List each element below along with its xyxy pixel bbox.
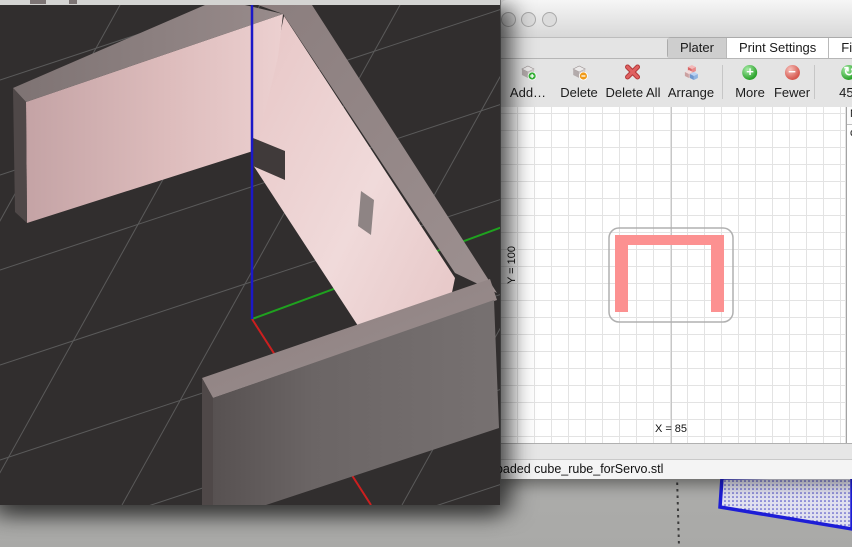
object-list-header: N: [847, 107, 852, 125]
tab-plater[interactable]: Plater: [668, 38, 727, 58]
arrange-label: Arrange: [668, 85, 714, 100]
wall-left-end-cap: [13, 88, 27, 223]
window-titlebar[interactable]: [501, 0, 852, 38]
fewer-button[interactable]: − Fewer: [774, 61, 810, 100]
plater-toolbar: Add… Delete Delet: [501, 58, 852, 108]
construction-dotted-line: [677, 476, 679, 547]
add-label: Add…: [510, 85, 546, 100]
zoom-window-icon[interactable]: [542, 12, 557, 27]
status-bar: Loaded cube_rube_forServo.stl: [501, 459, 852, 479]
fewer-label: Fewer: [774, 85, 810, 100]
rotate-45-button[interactable]: ↻ 45°: [839, 61, 852, 100]
arrange-button[interactable]: Arrange: [668, 61, 714, 100]
close-window-icon[interactable]: [501, 12, 516, 27]
tab-print-settings[interactable]: Print Settings: [727, 38, 829, 58]
red-x-icon: [606, 61, 661, 83]
add-box-icon: [510, 61, 546, 83]
delete-box-icon: [560, 61, 598, 83]
more-label: More: [735, 85, 765, 100]
delete-all-label: Delete All: [606, 85, 661, 100]
slicer-window: Plater Print Settings Fi Add…: [500, 0, 852, 479]
bed-x-size-label: X = 85: [641, 423, 701, 435]
settings-tabbar: Plater Print Settings Fi: [667, 37, 852, 59]
viewport-3d-scene[interactable]: [0, 5, 500, 505]
object-list: N c: [846, 107, 852, 443]
delete-label: Delete: [560, 85, 598, 100]
bed-y-size-label: Y = 100: [506, 240, 518, 290]
more-button[interactable]: + More: [735, 61, 765, 100]
object-outline-shape[interactable]: [615, 235, 724, 312]
object-list-row[interactable]: c: [847, 125, 852, 139]
selected-face[interactable]: [720, 476, 852, 529]
delete-all-button[interactable]: Delete All: [606, 61, 661, 100]
viewport-3d-window: [0, 0, 500, 505]
titlebar-mark: [30, 0, 46, 4]
minus-circle-icon: −: [785, 65, 800, 80]
wall-front-end-cap: [202, 378, 213, 505]
status-text: Loaded cube_rube_forServo.stl: [489, 462, 663, 476]
rotate-45-label: 45°: [839, 85, 852, 100]
titlebar-mark: [69, 0, 77, 4]
delete-button[interactable]: Delete: [560, 61, 598, 100]
toolbar-separator: [814, 65, 815, 99]
tab-filament-settings[interactable]: Fi: [829, 38, 852, 58]
minimize-window-icon[interactable]: [521, 12, 536, 27]
plus-circle-icon: +: [743, 65, 758, 80]
rotate-icon: ↻: [841, 65, 852, 80]
toolbar-separator: [722, 65, 723, 99]
plater-bed[interactable]: Y = 100 X = 85: [501, 107, 846, 443]
add-button[interactable]: Add…: [510, 61, 546, 100]
window-footer-strip: [501, 443, 852, 460]
cubes-icon: [668, 61, 714, 83]
